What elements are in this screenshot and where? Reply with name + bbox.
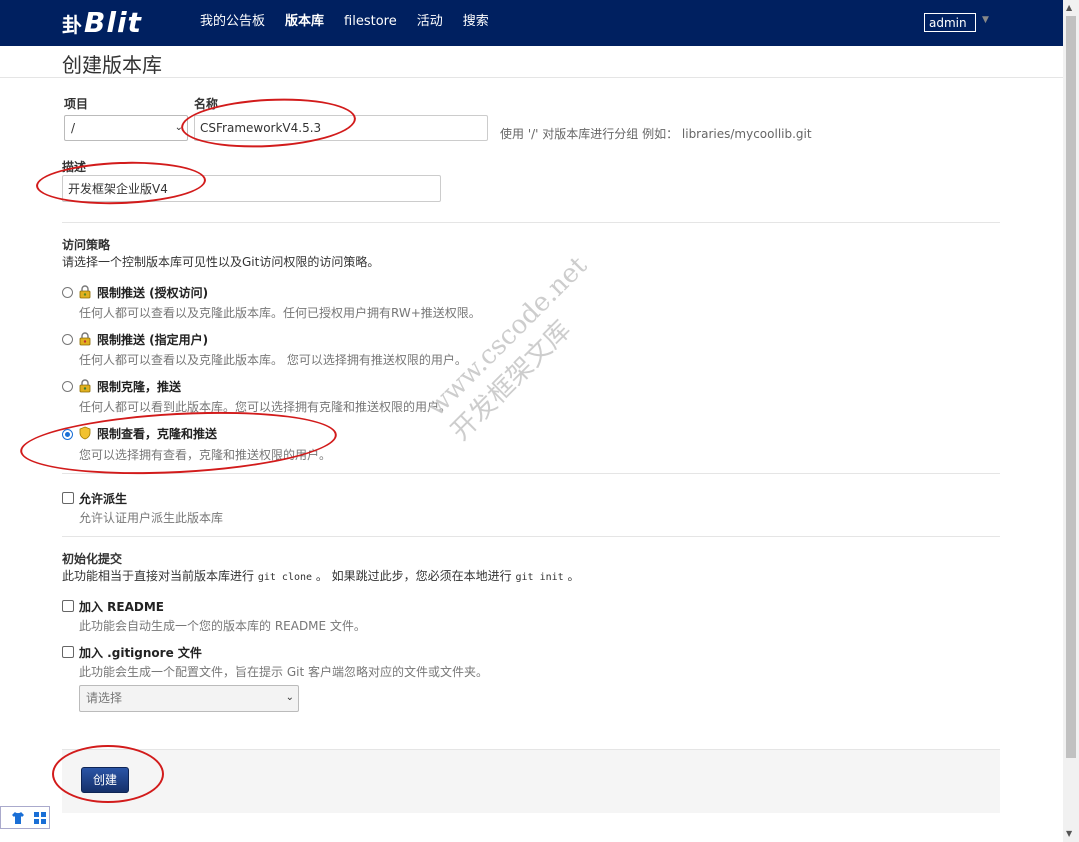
scroll-down-icon[interactable]: ▼ — [1066, 829, 1072, 838]
access-policy-desc: 请选择一个控制版本库可见性以及Git访问权限的访问策略。 — [62, 255, 380, 269]
add-gitignore-title: 加入 .gitignore 文件 — [79, 646, 202, 660]
annotation-circle — [18, 404, 339, 482]
divider — [62, 473, 1000, 474]
divider — [62, 536, 1000, 537]
user-name: admin — [929, 16, 967, 30]
project-select-value: / — [71, 121, 76, 135]
project-select[interactable]: / ⌄ — [64, 115, 188, 141]
access-option-desc: 任何人都可以查看以及克隆此版本库。任何已授权用户拥有RW+推送权限。 — [79, 306, 481, 320]
scroll-up-icon[interactable]: ▲ — [1066, 3, 1072, 12]
allow-fork-desc: 允许认证用户派生此版本库 — [79, 511, 224, 525]
desc-text: 。 — [567, 569, 580, 583]
lock-icon — [79, 285, 91, 299]
access-option-title: 限制推送 (授权访问) — [97, 286, 209, 300]
logo-text: Blit — [84, 6, 142, 39]
desc-text: 。 如果跳过此步，您必须在本地进行 — [315, 569, 512, 583]
allow-fork-title: 允许派生 — [79, 492, 128, 506]
lock-icon — [79, 332, 91, 346]
access-radio-named-push[interactable] — [62, 334, 73, 345]
access-option-title: 限制推送 (指定用户) — [97, 333, 209, 347]
form-actions — [62, 749, 1000, 813]
nav-dashboard[interactable]: 我的公告板 — [190, 0, 275, 46]
shirt-icon[interactable] — [11, 811, 25, 825]
watermark: www.cscode.net 开发框架文库 — [420, 249, 619, 448]
gitignore-select[interactable]: 请选择 ⌄ — [79, 685, 299, 712]
nav-repositories[interactable]: 版本库 — [275, 0, 334, 46]
add-gitignore-checkbox[interactable] — [62, 646, 74, 658]
name-hint: 使用 '/' 对版本库进行分组 例如： libraries/mycoollib.… — [500, 127, 812, 141]
nav-links: 我的公告板 版本库 filestore 活动 搜索 — [190, 0, 499, 46]
blit-logo[interactable]: 卦Blit — [62, 6, 142, 39]
scrollbar-thumb[interactable] — [1066, 16, 1076, 758]
grid-icon[interactable] — [33, 811, 47, 825]
user-menu-caret-icon[interactable]: ▼ — [982, 15, 989, 25]
top-navbar — [0, 0, 1063, 46]
access-option-title: 限制克隆，推送 — [97, 380, 182, 394]
nav-activity[interactable]: 活动 — [407, 0, 453, 46]
code-git-clone: git clone — [257, 572, 313, 583]
annotation-circle — [52, 745, 164, 803]
chevron-down-icon: ⌄ — [285, 692, 294, 703]
nav-search[interactable]: 搜索 — [453, 0, 499, 46]
add-readme-desc: 此功能会自动生成一个您的版本库的 README 文件。 — [79, 619, 366, 633]
allow-fork-checkbox[interactable] — [62, 492, 74, 504]
gitignore-select-value: 请选择 — [86, 691, 123, 705]
floating-toolbox — [0, 806, 50, 829]
desc-text: 此功能相当于直接对当前版本库进行 — [62, 569, 255, 583]
add-gitignore-desc: 此功能会生成一个配置文件，旨在提示 Git 客户端忽略对应的文件或文件夹。 — [79, 665, 488, 679]
page-title: 创建版本库 — [62, 53, 162, 77]
access-radio-authenticated-push[interactable] — [62, 287, 73, 298]
access-policy-title: 访问策略 — [62, 238, 111, 252]
initial-commit-title: 初始化提交 — [62, 552, 123, 566]
logo-mark: 卦 — [62, 13, 83, 37]
nav-filestore[interactable]: filestore — [334, 0, 407, 46]
lock-icon — [79, 379, 91, 393]
add-readme-checkbox[interactable] — [62, 600, 74, 612]
code-git-init: git init — [515, 572, 564, 583]
access-option-desc: 任何人都可以查看以及克隆此版本库。 您可以选择拥有推送权限的用户。 — [79, 353, 467, 367]
project-label: 项目 — [64, 97, 89, 111]
initial-commit-desc: 此功能相当于直接对当前版本库进行 git clone 。 如果跳过此步，您必须在… — [62, 567, 580, 584]
user-avatar[interactable]: admin — [924, 13, 976, 32]
add-readme-title: 加入 README — [79, 600, 165, 614]
divider — [62, 222, 1000, 223]
access-radio-clone-push[interactable] — [62, 381, 73, 392]
